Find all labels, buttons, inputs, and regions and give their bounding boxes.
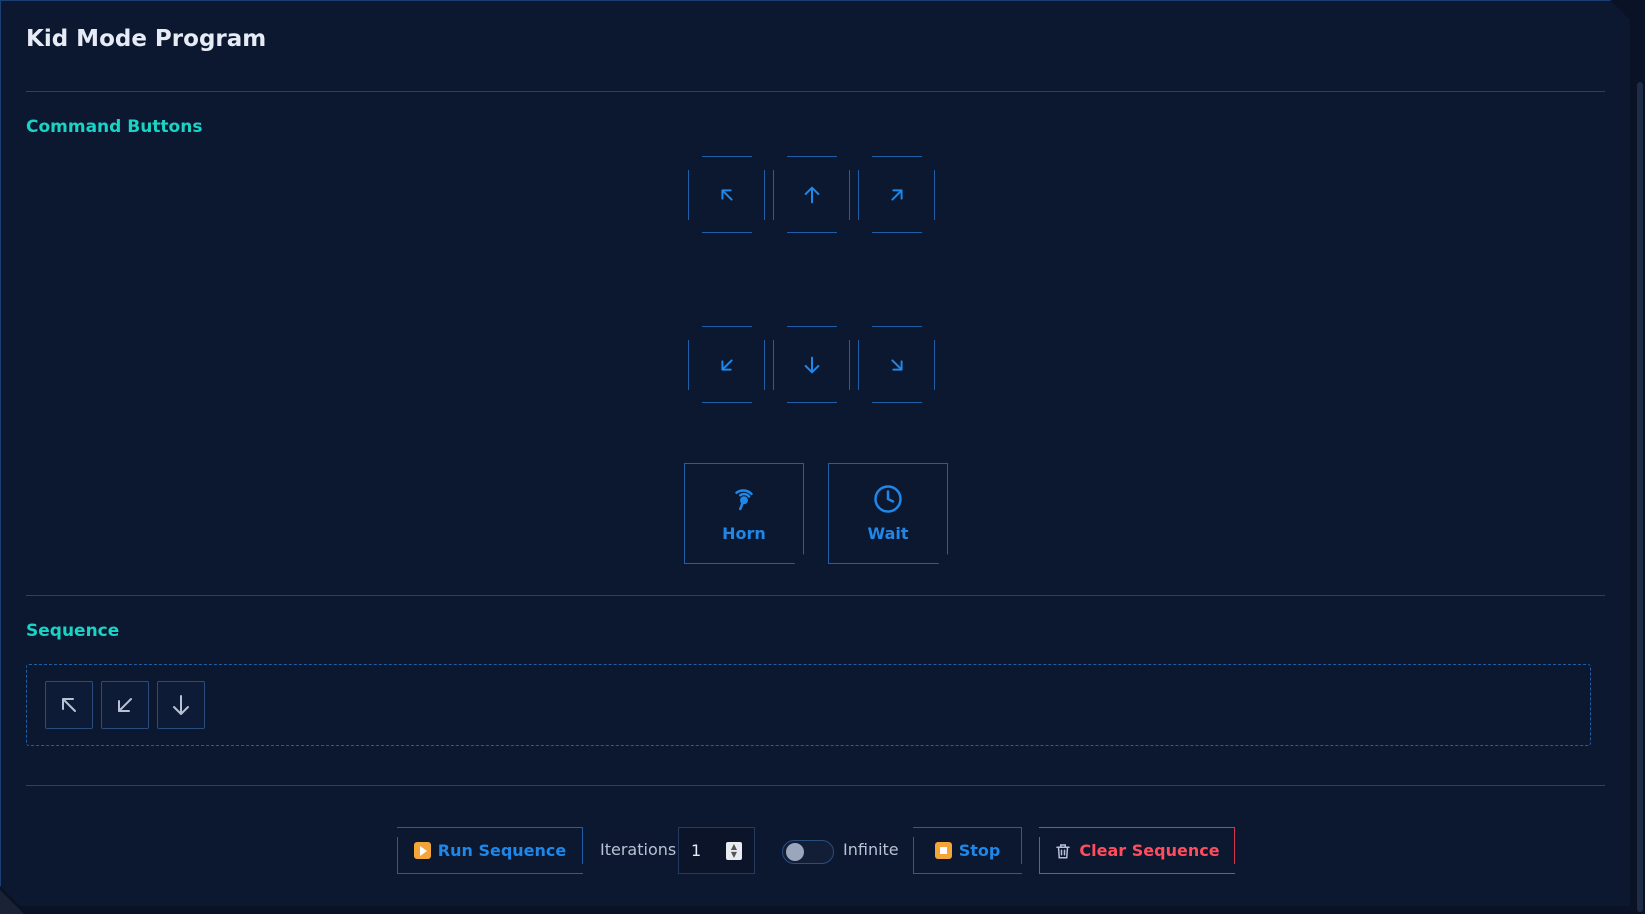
divider-middle [26,595,1605,596]
wait-label: Wait [867,524,909,543]
page-title: Kid Mode Program [26,26,267,52]
infinite-toggle[interactable] [782,840,834,864]
wait-button[interactable]: Wait [828,463,948,564]
trash-icon [1056,843,1071,858]
divider-bottom [26,785,1605,786]
down-right-button[interactable] [858,326,935,403]
iterations-value: 1 [691,841,702,860]
command-buttons-heading: Command Buttons [26,117,203,137]
up-left-button[interactable] [688,156,765,233]
sequence-heading: Sequence [26,621,120,641]
sequence-item[interactable] [101,681,149,729]
run-sequence-label: Run Sequence [437,841,567,860]
sequence-drop-area[interactable] [26,664,1591,746]
toggle-knob [786,843,804,861]
down-left-arrow-icon [118,698,132,712]
up-left-arrow-icon [720,188,733,201]
up-arrow-icon [804,186,819,203]
up-left-arrow-icon [62,698,76,712]
down-right-arrow-icon [890,358,903,371]
iterations-input[interactable]: 1 ▲ ▼ [678,827,755,874]
stop-icon [934,842,952,859]
up-right-button[interactable] [858,156,935,233]
divider-top [26,91,1605,92]
corner-decoration [0,890,24,914]
infinite-label: Infinite [843,840,899,859]
main-panel [0,0,1630,906]
clock-icon [874,485,902,513]
down-arrow-icon [173,695,189,715]
down-left-button[interactable] [688,326,765,403]
horn-button[interactable]: Horn [684,463,804,564]
scrollbar[interactable] [1637,82,1643,912]
horn-label: Horn [722,524,766,543]
horn-icon [735,489,753,511]
up-button[interactable] [773,156,850,233]
iterations-label: Iterations [600,840,677,859]
spinner-icon[interactable]: ▲ ▼ [726,842,742,860]
sequence-item[interactable] [45,681,93,729]
down-left-arrow-icon [720,358,733,371]
stop-button[interactable]: Stop [913,827,1022,874]
sequence-item[interactable] [157,681,205,729]
clear-sequence-label: Clear Sequence [1079,841,1220,860]
clear-sequence-button[interactable]: Clear Sequence [1039,827,1235,874]
run-sequence-button[interactable]: Run Sequence [397,827,583,874]
stop-label: Stop [958,841,1001,860]
down-button[interactable] [773,326,850,403]
play-icon [413,842,431,859]
up-right-arrow-icon [890,188,903,201]
down-arrow-icon [804,356,819,373]
